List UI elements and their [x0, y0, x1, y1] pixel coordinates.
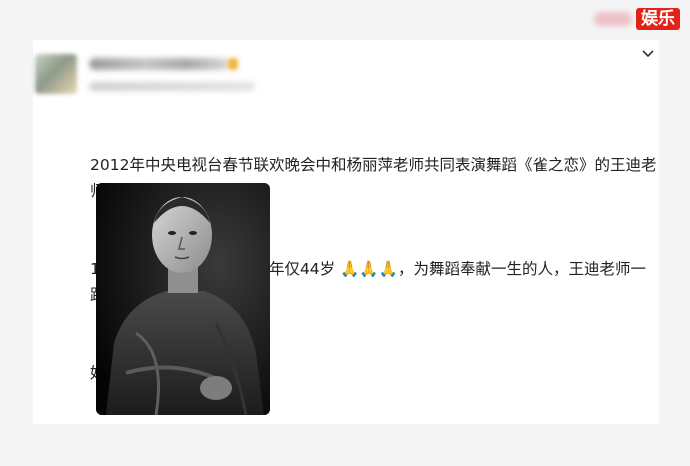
watermark-badge: 娱乐 [636, 8, 680, 30]
avatar[interactable] [35, 54, 77, 94]
post-photo[interactable] [96, 183, 270, 415]
chevron-down-icon[interactable] [641, 48, 655, 62]
post-meta-blurred [89, 82, 255, 91]
watermark: 娱乐 [594, 8, 680, 30]
username-blurred[interactable] [89, 58, 229, 70]
post-card: 2012年中央电视台春节联欢晚会中和杨丽萍老师共同表演舞蹈《雀之恋》的王迪老师，… [33, 40, 659, 424]
user-badge-blurred [228, 58, 238, 70]
watermark-logo-blur [594, 12, 632, 26]
